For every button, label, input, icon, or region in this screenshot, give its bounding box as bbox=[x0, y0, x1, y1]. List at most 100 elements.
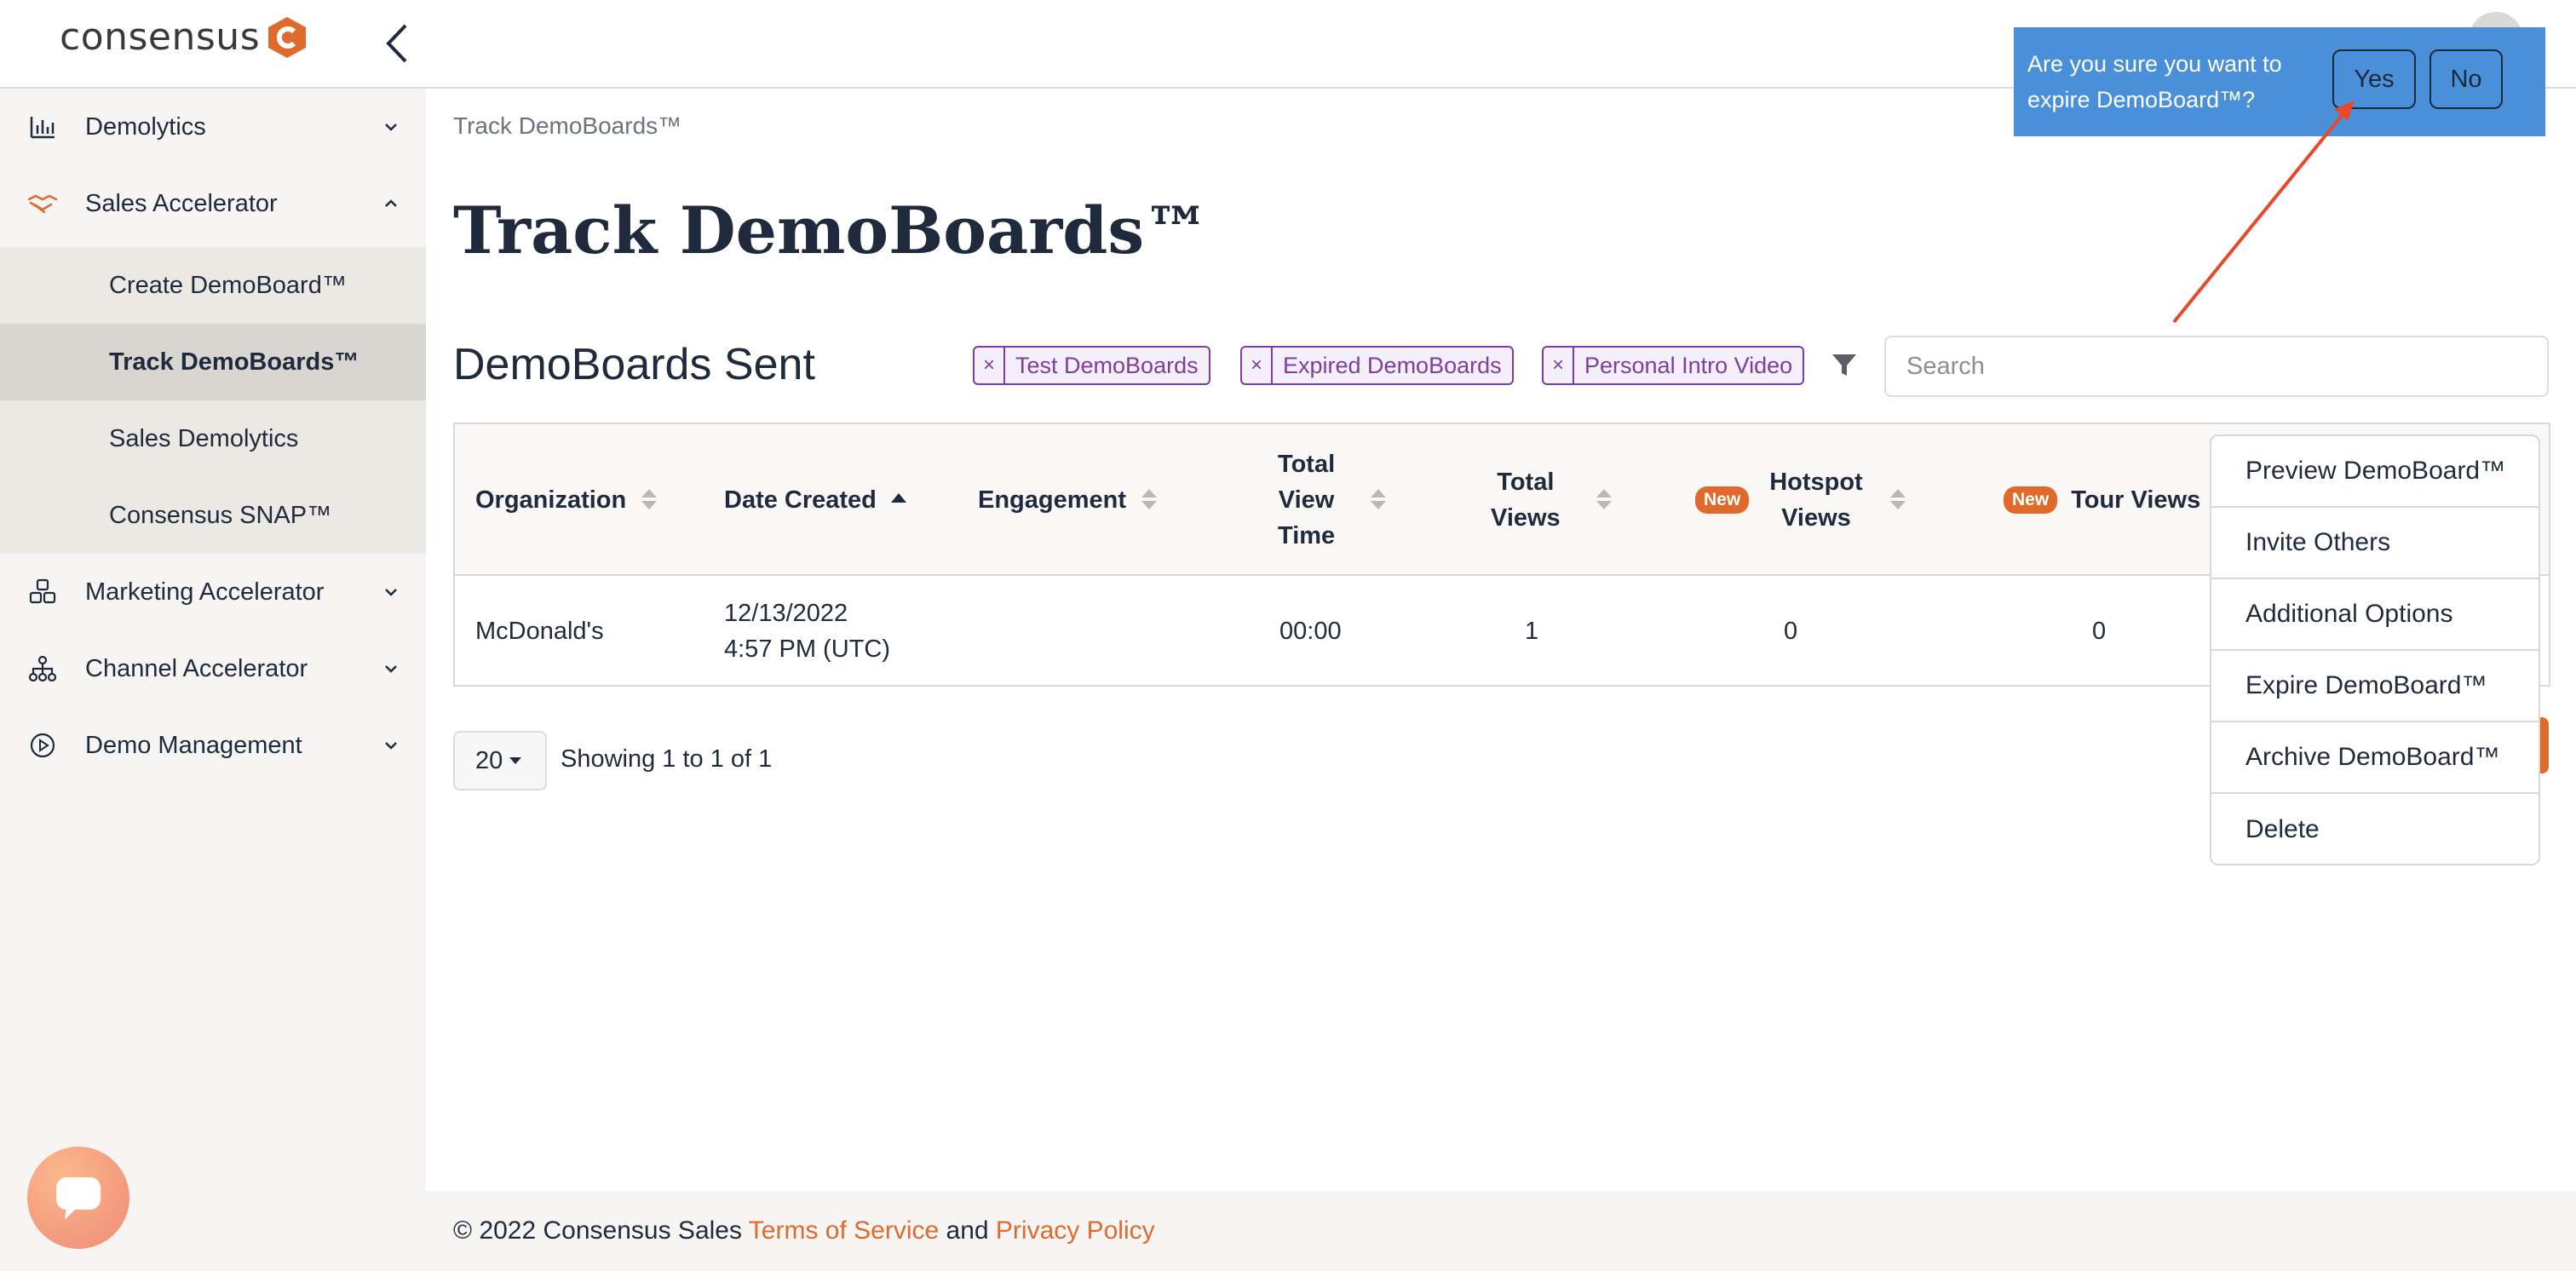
network-icon bbox=[27, 653, 58, 684]
sort-icon bbox=[1889, 487, 1906, 513]
chevron-down-icon bbox=[385, 124, 397, 131]
footer-text: © 2022 Consensus Sales Terms of Service … bbox=[453, 1216, 1155, 1245]
pagination-info: Showing 1 to 1 of 1 bbox=[561, 745, 773, 773]
menu-item-invite-others[interactable]: Invite Others bbox=[2211, 508, 2539, 579]
column-header-label: Total Views bbox=[1491, 464, 1561, 536]
sidebar-item-demolytics[interactable]: Demolytics bbox=[0, 89, 426, 165]
terms-of-service-link[interactable]: Terms of Service bbox=[749, 1216, 939, 1245]
chevron-up-icon bbox=[385, 199, 397, 207]
filter-chip-expired-demoboards: × Expired DemoBoards bbox=[1240, 346, 1514, 385]
cell-organization: McDonald's bbox=[475, 618, 604, 645]
sidebar-subitem-consensus-snap[interactable]: Consensus SNAP™ bbox=[0, 477, 426, 554]
header-line: Total bbox=[1497, 469, 1555, 496]
section-title: DemoBoards Sent bbox=[453, 340, 815, 389]
sidebar-item-label: Demolytics bbox=[85, 112, 206, 141]
sidebar-subitem-track-demoboards[interactable]: Track DemoBoards™ bbox=[0, 324, 426, 400]
column-header-total-views[interactable]: Total Views bbox=[1491, 424, 1612, 576]
sidebar-subitem-label: Track DemoBoards™ bbox=[109, 348, 359, 376]
collapse-sidebar-chevron-left-icon[interactable] bbox=[380, 20, 414, 66]
cell-total-view-time: 00:00 bbox=[1279, 618, 1342, 645]
column-header-label: Tour Views bbox=[2071, 486, 2201, 514]
sidebar-item-demo-management[interactable]: Demo Management bbox=[0, 707, 426, 784]
sidebar-item-marketing-accelerator[interactable]: Marketing Accelerator bbox=[0, 554, 426, 630]
confirm-no-button[interactable]: No bbox=[2429, 49, 2503, 109]
menu-item-additional-options[interactable]: Additional Options bbox=[2211, 579, 2539, 651]
sidebar-subitem-label: Sales Demolytics bbox=[109, 424, 299, 452]
chat-bubble-icon bbox=[56, 1177, 101, 1220]
sort-ascending-icon bbox=[890, 492, 907, 509]
logo-text: consensus bbox=[60, 15, 261, 59]
header-line: View bbox=[1278, 486, 1335, 514]
column-header-label: Date Created bbox=[724, 486, 877, 514]
column-header-organization[interactable]: Organization bbox=[475, 424, 658, 576]
row-actions-menu: Preview DemoBoard™ Invite Others Additio… bbox=[2210, 434, 2540, 866]
filter-chip-test-demoboards: × Test DemoBoards bbox=[973, 346, 1210, 385]
caret-down-icon bbox=[509, 757, 522, 764]
copyright-text: © 2022 Consensus Sales bbox=[453, 1216, 742, 1245]
sidebar-subitem-sales-demolytics[interactable]: Sales Demolytics bbox=[0, 400, 426, 477]
cell-total-views: 1 bbox=[1525, 618, 1539, 645]
sidebar-item-sales-accelerator[interactable]: Sales Accelerator bbox=[0, 165, 426, 242]
menu-item-expire-demoboard[interactable]: Expire DemoBoard™ bbox=[2211, 651, 2539, 722]
menu-item-delete[interactable]: Delete bbox=[2211, 794, 2539, 866]
chat-widget-button[interactable] bbox=[27, 1147, 129, 1249]
filter-chip-label: Personal Intro Video bbox=[1584, 352, 1793, 378]
cell-date-created: 12/13/2022 4:57 PM (UTC) bbox=[724, 576, 890, 687]
column-header-label: Organization bbox=[475, 486, 627, 514]
breadcrumb[interactable]: Track DemoBoards™ bbox=[453, 112, 681, 140]
sidebar-subitem-create-demoboard[interactable]: Create DemoBoard™ bbox=[0, 247, 426, 324]
sort-icon bbox=[640, 487, 658, 513]
page-size-select[interactable]: 20 bbox=[453, 731, 547, 791]
column-header-tour-views[interactable]: New Tour Views bbox=[2004, 424, 2200, 576]
column-header-label: Total View Time bbox=[1278, 446, 1335, 554]
remove-filter-close-icon[interactable]: × bbox=[975, 348, 1005, 383]
chevron-down-icon bbox=[385, 742, 397, 750]
cell-hotspot-views: 0 bbox=[1784, 618, 1798, 645]
sidebar: Demolytics Sales Accelerator Create Demo… bbox=[0, 89, 426, 1271]
filter-chip-personal-intro-video: × Personal Intro Video bbox=[1542, 346, 1805, 385]
new-badge: New bbox=[2004, 486, 2058, 514]
chevron-down-icon bbox=[385, 589, 397, 596]
chevron-down-icon bbox=[385, 665, 397, 673]
remove-filter-close-icon[interactable]: × bbox=[1544, 348, 1574, 383]
header-line: Time bbox=[1278, 522, 1336, 549]
sidebar-item-label: Marketing Accelerator bbox=[85, 578, 325, 606]
footer: © 2022 Consensus Sales Terms of Service … bbox=[426, 1191, 2576, 1271]
column-header-total-view-time[interactable]: Total View Time bbox=[1278, 424, 1387, 576]
page-title: Track DemoBoards™ bbox=[453, 193, 1210, 268]
page-size-value: 20 bbox=[475, 746, 503, 774]
cell-date: 12/13/2022 bbox=[724, 600, 848, 627]
sidebar-item-channel-accelerator[interactable]: Channel Accelerator bbox=[0, 630, 426, 707]
column-header-hotspot-views[interactable]: New Hotspot Views bbox=[1695, 424, 1906, 576]
remove-filter-close-icon[interactable]: × bbox=[1242, 348, 1273, 383]
sidebar-item-label: Demo Management bbox=[85, 731, 302, 759]
privacy-policy-link[interactable]: Privacy Policy bbox=[996, 1216, 1155, 1245]
column-header-engagement[interactable]: Engagement bbox=[978, 424, 1158, 576]
header-line: Views bbox=[1781, 504, 1851, 532]
cubes-icon bbox=[27, 577, 58, 607]
column-header-date-created[interactable]: Date Created bbox=[724, 424, 907, 576]
menu-item-preview-demoboard[interactable]: Preview DemoBoard™ bbox=[2211, 436, 2539, 508]
header-line: Hotspot bbox=[1769, 469, 1863, 496]
new-badge: New bbox=[1695, 486, 1750, 514]
sidebar-subitem-label: Create DemoBoard™ bbox=[109, 271, 347, 299]
cell-tour-views: 0 bbox=[2092, 618, 2107, 645]
menu-item-archive-demoboard[interactable]: Archive DemoBoard™ bbox=[2211, 722, 2539, 794]
sales-accelerator-submenu: Create DemoBoard™ Track DemoBoards™ Sale… bbox=[0, 247, 426, 554]
expire-confirm-popover: Are you sure you want to expire DemoBoar… bbox=[2014, 27, 2545, 136]
handshake-icon bbox=[27, 188, 58, 219]
confirm-yes-button[interactable]: Yes bbox=[2332, 49, 2416, 109]
consensus-logo-mark-icon bbox=[268, 16, 307, 58]
search-input[interactable] bbox=[1884, 336, 2549, 397]
sort-icon bbox=[1595, 487, 1612, 513]
filter-chip-label: Test DemoBoards bbox=[1015, 352, 1199, 378]
filter-funnel-icon[interactable] bbox=[1830, 351, 1859, 380]
bar-chart-icon bbox=[27, 112, 58, 142]
column-header-label: Hotspot Views bbox=[1769, 464, 1863, 536]
sidebar-item-label: Sales Accelerator bbox=[85, 189, 278, 217]
header-line: Total bbox=[1278, 451, 1336, 478]
consensus-logo[interactable]: consensus bbox=[60, 15, 307, 59]
sidebar-subitem-label: Consensus SNAP™ bbox=[109, 501, 332, 529]
header-line: Views bbox=[1491, 504, 1561, 532]
sort-icon bbox=[1369, 487, 1387, 513]
